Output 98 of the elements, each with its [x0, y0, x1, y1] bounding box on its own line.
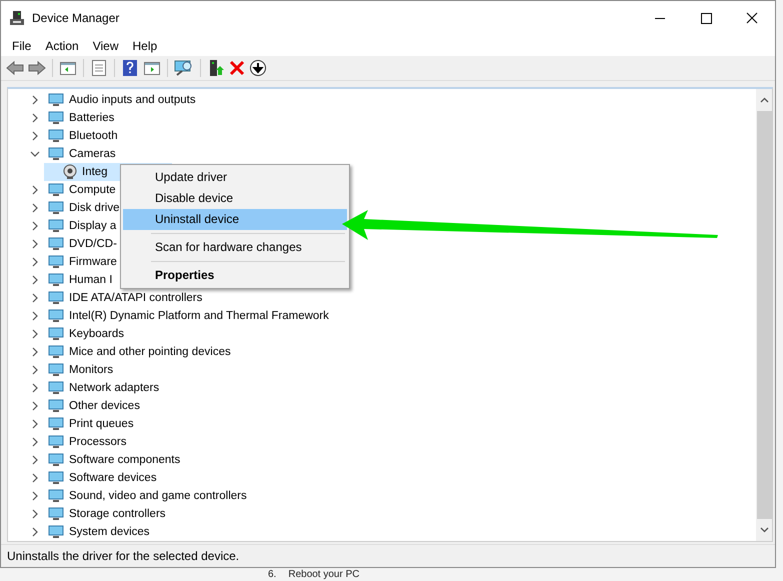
tree-item[interactable]: Software devices	[68, 471, 158, 486]
tree-item[interactable]: Keyboards	[68, 327, 125, 342]
status-text: Uninstalls the driver for the selected device.	[7, 549, 240, 564]
device-icon	[48, 236, 64, 252]
device-icon	[48, 272, 64, 288]
expand-icon[interactable]	[30, 473, 40, 484]
device-icon	[48, 434, 64, 450]
expand-icon[interactable]	[30, 95, 40, 106]
menu-item[interactable]: File	[5, 38, 38, 53]
scrollbar-thumb[interactable]	[756, 111, 772, 520]
expand-icon[interactable]	[30, 401, 40, 412]
help-icon[interactable]	[121, 59, 139, 78]
device-icon	[48, 470, 64, 486]
device-icon	[48, 506, 64, 522]
window-title: Device Manager	[32, 10, 120, 25]
panel-icon[interactable]	[59, 60, 77, 76]
device-icon	[48, 308, 64, 324]
expand-icon[interactable]	[30, 185, 40, 196]
tree-item[interactable]: Software components	[68, 453, 182, 468]
expand-icon[interactable]	[30, 365, 40, 376]
device-icon	[48, 488, 64, 504]
device-icon	[48, 92, 64, 108]
properties-icon[interactable]	[90, 59, 108, 78]
tree-item[interactable]: DVD/CD-	[68, 237, 118, 252]
tree-item[interactable]: Storage controllers	[68, 507, 167, 522]
expand-icon[interactable]	[30, 347, 40, 358]
tree-item[interactable]: Human I	[68, 273, 114, 288]
expand-icon[interactable]	[30, 509, 40, 520]
expand-icon[interactable]	[30, 239, 40, 250]
menu-item[interactable]: Uninstall device	[123, 209, 347, 230]
tree-item[interactable]: Sound, video and game controllers	[68, 489, 248, 504]
tree-item[interactable]: IDE ATA/ATAPI controllers	[68, 291, 204, 306]
device-icon	[48, 254, 64, 270]
device-icon	[48, 344, 64, 360]
expand-icon[interactable]	[30, 419, 40, 430]
device-icon	[48, 128, 64, 144]
device-icon	[48, 452, 64, 468]
scrollbar[interactable]	[756, 89, 772, 542]
expand-icon[interactable]	[30, 221, 40, 232]
forward-icon[interactable]	[28, 60, 46, 76]
device-icon	[48, 380, 64, 396]
computer-icon	[9, 10, 25, 26]
tree-item[interactable]: Firmware	[68, 255, 118, 270]
webcam-icon	[62, 164, 78, 180]
menu-item[interactable]: Action	[38, 38, 86, 53]
download-icon[interactable]	[249, 59, 267, 78]
expand-icon[interactable]	[30, 257, 40, 268]
expand-icon[interactable]	[30, 275, 40, 286]
tree-item[interactable]: Processors	[68, 435, 128, 450]
expand-icon[interactable]	[30, 293, 40, 304]
device-icon	[48, 110, 64, 126]
device-icon	[48, 290, 64, 306]
expand-icon[interactable]	[30, 311, 40, 322]
tree-item[interactable]: Batteries	[68, 111, 116, 126]
expand-icon[interactable]	[30, 329, 40, 340]
tree-item[interactable]: Mice and other pointing devices	[68, 345, 232, 360]
tree-item[interactable]: Bluetooth	[68, 129, 119, 144]
device-icon	[48, 200, 64, 216]
tree-item[interactable]: Audio inputs and outputs	[68, 93, 197, 108]
tree-item[interactable]: Intel(R) Dynamic Platform and Thermal Framework	[68, 309, 330, 324]
device-icon	[48, 362, 64, 378]
device-icon	[48, 326, 64, 342]
tree-item[interactable]: Monitors	[68, 363, 114, 378]
tree-item[interactable]: System devices	[68, 525, 151, 540]
menu-item[interactable]: View	[86, 38, 126, 53]
device-icon	[48, 398, 64, 414]
expand-icon[interactable]	[30, 437, 40, 448]
step-number: 6.	[268, 569, 276, 580]
device-icon	[48, 218, 64, 234]
tree-item[interactable]: Network adapters	[68, 381, 160, 396]
device-icon	[48, 416, 64, 432]
expand-icon[interactable]	[30, 131, 40, 142]
tree-item[interactable]: Display a	[68, 219, 118, 234]
step-text: Reboot your PC	[288, 569, 360, 580]
tree-item[interactable]: Cameras	[68, 147, 117, 162]
tree-item[interactable]: Print queues	[68, 417, 135, 432]
expand-icon[interactable]	[30, 527, 40, 538]
tree-item[interactable]: Compute	[68, 183, 117, 198]
tree-item[interactable]: Disk drive	[68, 201, 120, 216]
device-icon	[48, 146, 64, 162]
collapse-icon[interactable]	[30, 149, 40, 160]
monitor-search-icon[interactable]	[174, 59, 194, 78]
menu-item[interactable]: Properties	[123, 265, 347, 286]
tree-item[interactable]: Other devices	[68, 399, 141, 414]
expand-icon[interactable]	[30, 203, 40, 214]
expand-icon[interactable]	[30, 383, 40, 394]
menu-item[interactable]: Scan for hardware changes	[123, 237, 347, 258]
device-update-icon[interactable]	[207, 59, 225, 78]
back-icon[interactable]	[6, 60, 24, 76]
device-icon	[48, 182, 64, 198]
menu-item[interactable]: Help	[126, 38, 164, 53]
device-icon	[48, 524, 64, 540]
panel-icon[interactable]	[143, 60, 161, 76]
delete-icon[interactable]	[229, 60, 245, 76]
expand-icon[interactable]	[30, 491, 40, 502]
menu-item[interactable]: Disable device	[123, 188, 347, 210]
expand-icon[interactable]	[30, 455, 40, 466]
expand-icon[interactable]	[30, 113, 40, 124]
